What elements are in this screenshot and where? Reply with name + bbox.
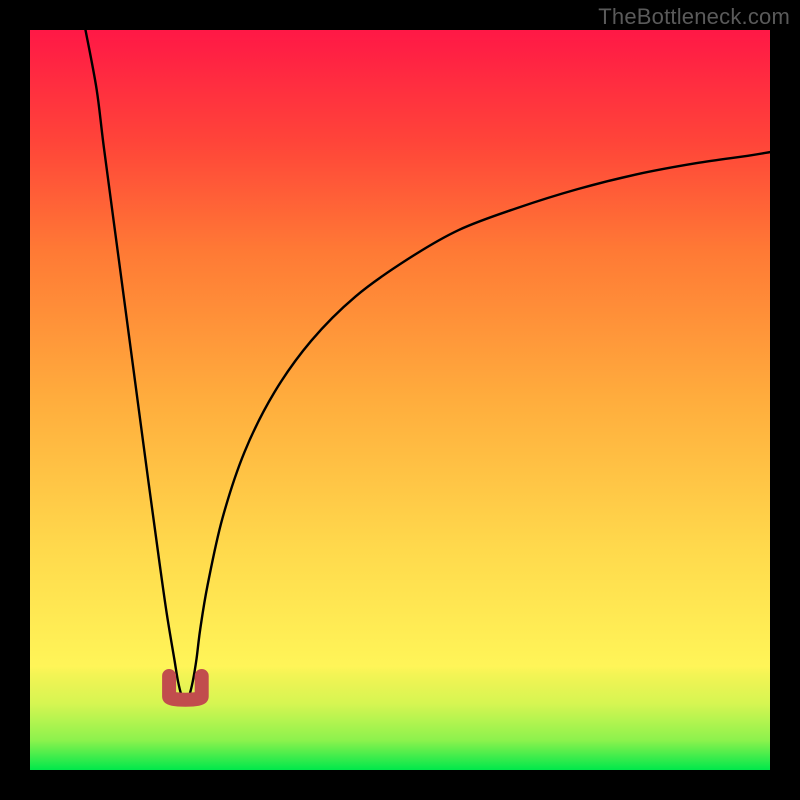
- watermark-text: TheBottleneck.com: [598, 4, 790, 30]
- chart-background: [30, 30, 770, 770]
- chart-plot-area: [30, 30, 770, 770]
- chart-frame: TheBottleneck.com: [0, 0, 800, 800]
- chart-svg: [30, 30, 770, 770]
